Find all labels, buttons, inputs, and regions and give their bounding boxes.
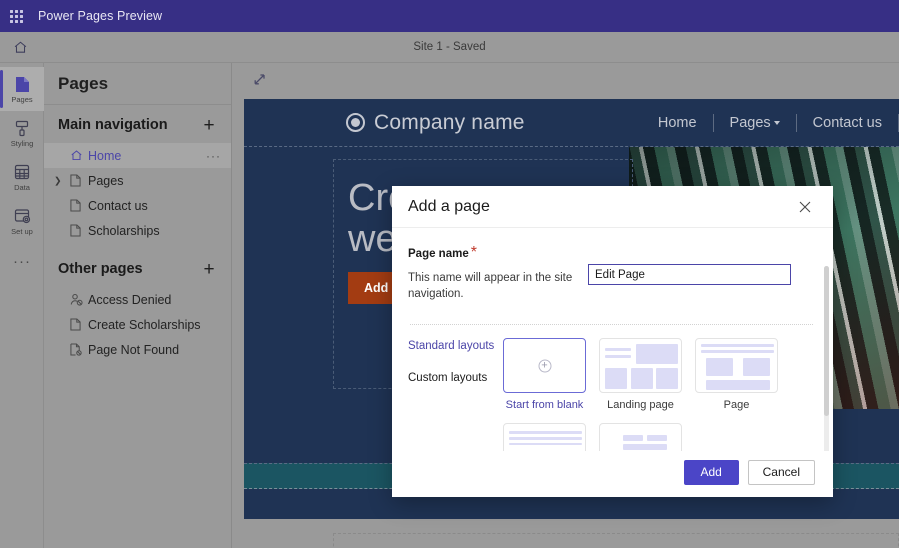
layout-option-two-col[interactable] — [599, 423, 682, 451]
page-name-field-row: Page name * This name will appear in the … — [408, 244, 815, 302]
dialog-title: Add a page — [408, 197, 490, 215]
layout-label: Start from blank — [505, 399, 584, 412]
close-icon[interactable] — [793, 195, 817, 219]
layout-label: Page — [723, 399, 750, 412]
layout-category-nav: Standard layouts Custom layouts — [408, 338, 503, 451]
page-name-input[interactable] — [588, 264, 791, 285]
dialog-scrollbar-thumb[interactable] — [824, 266, 829, 416]
page-name-labels: Page name * This name will appear in the … — [408, 244, 588, 302]
dialog-divider — [410, 324, 813, 326]
plus-icon: + — [538, 359, 551, 373]
layout-thumb-text-lines — [503, 423, 586, 451]
layout-option-page[interactable]: Page — [695, 338, 778, 411]
dialog-footer: Add Cancel — [392, 451, 833, 497]
layout-grid: + Start from blank Landing page Page — [503, 338, 803, 451]
layout-option-start-from-blank[interactable]: + Start from blank — [503, 338, 586, 411]
layout-thumb-landing — [599, 338, 682, 394]
layouts-section: Standard layouts Custom layouts + Start … — [408, 338, 815, 451]
layout-label: Landing page — [607, 399, 674, 412]
required-marker: * — [470, 244, 477, 261]
add-page-dialog: Add a page Page name * This name will app… — [392, 186, 833, 497]
page-name-help-text: This name will appear in the site naviga… — [408, 272, 573, 300]
dialog-body: Page name * This name will appear in the … — [392, 228, 833, 451]
layout-option-landing-page[interactable]: Landing page — [599, 338, 682, 411]
layout-thumb-blank: + — [503, 338, 586, 394]
layout-thumb-page — [695, 338, 778, 394]
tab-custom-layouts[interactable]: Custom layouts — [408, 372, 503, 384]
dialog-scrollbar[interactable] — [824, 266, 829, 451]
add-button[interactable]: Add — [683, 459, 739, 485]
layout-thumb-two-col — [599, 423, 682, 451]
tab-standard-layouts[interactable]: Standard layouts — [408, 340, 503, 352]
layout-option-text-lines[interactable] — [503, 423, 586, 451]
app-root: Power Pages Preview Site 1 - Saved Pages… — [0, 0, 899, 548]
dialog-header: Add a page — [392, 186, 833, 228]
cancel-button[interactable]: Cancel — [747, 459, 815, 485]
page-name-label: Page name * — [408, 244, 477, 261]
